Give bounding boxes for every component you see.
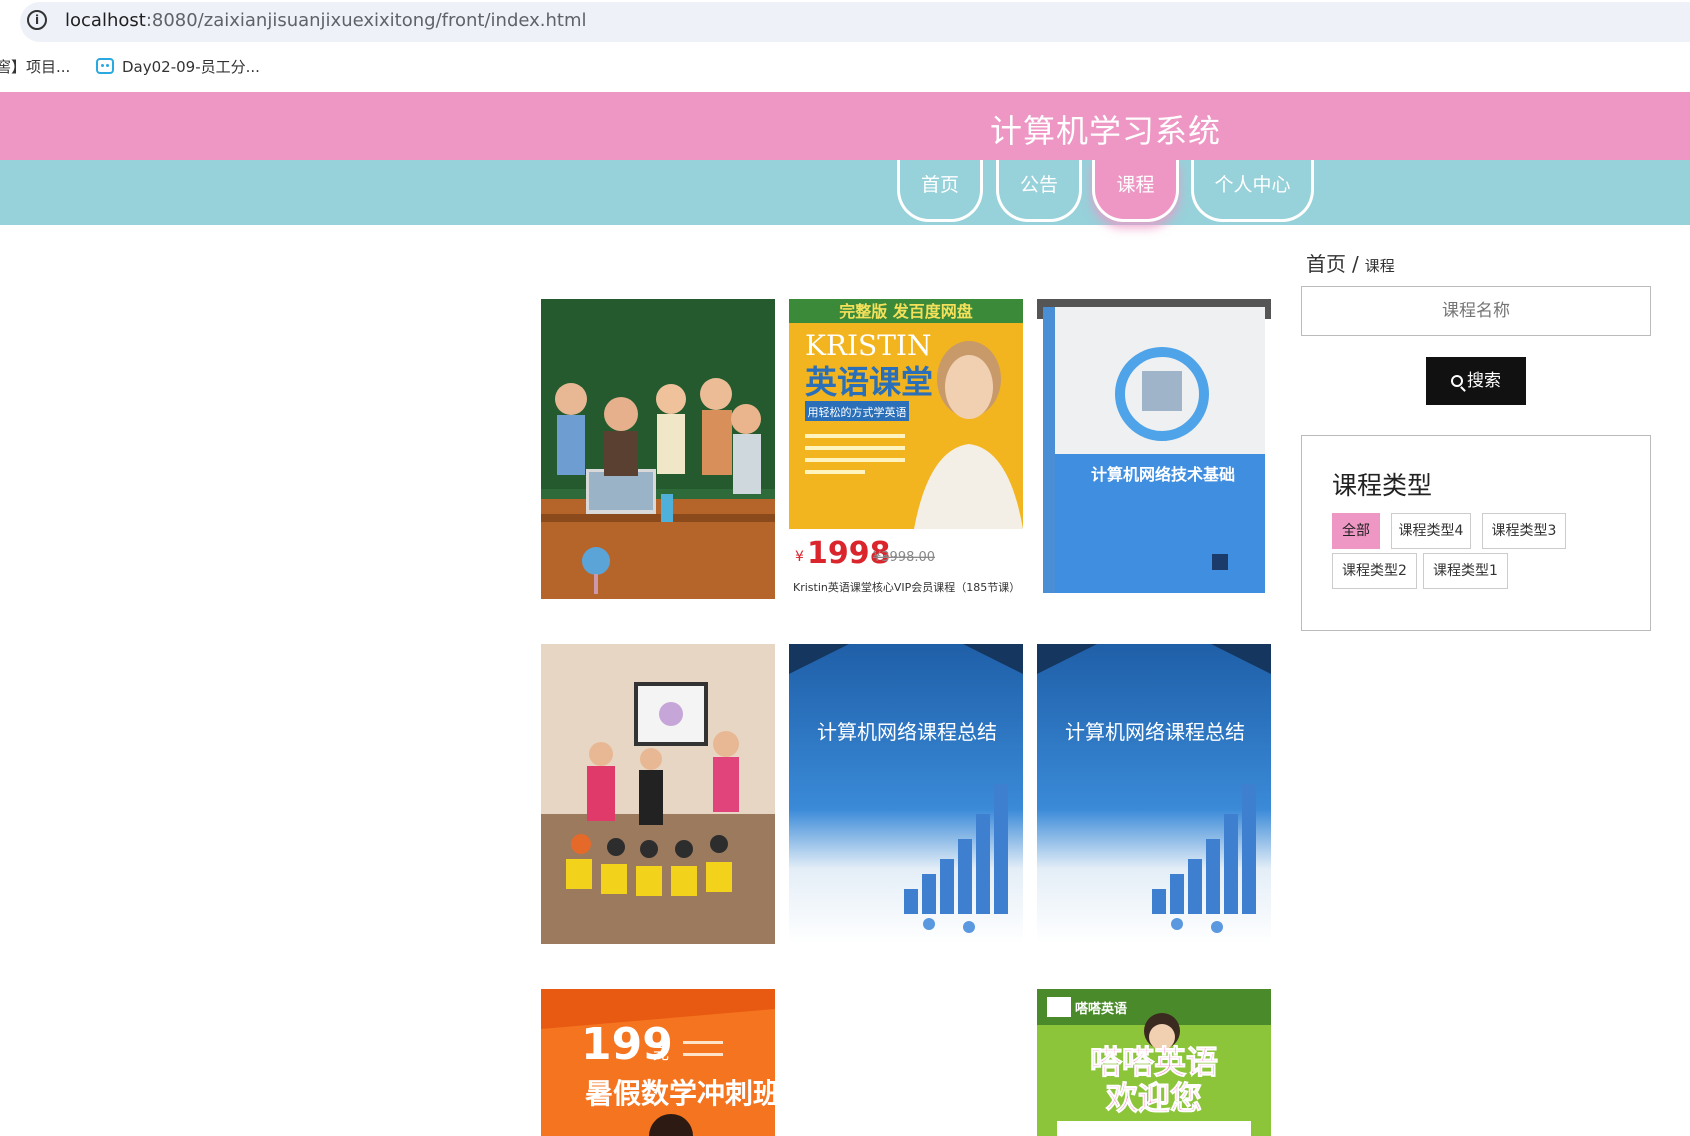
course-card[interactable]: [541, 299, 775, 599]
math-summer-image: 199 元 暑假数学冲刺班: [541, 989, 775, 1136]
course-type-title: 课程类型: [1332, 471, 1433, 500]
browser-address-bar: i localhost:8080/zaixianjisuanjixuexixit…: [0, 0, 1690, 42]
course-name-search-input[interactable]: [1301, 286, 1651, 336]
kristin-old-price-text: ¥3998.00: [873, 550, 935, 565]
breadcrumb: 首页 / 课程: [1306, 248, 1395, 277]
network-summary-title: 计算机网络课程总结: [1065, 720, 1245, 744]
bookmark-day02-label: Day02-09-员工分...: [122, 58, 260, 76]
kristin-banner-text: 完整版 发百度网盘: [839, 302, 973, 321]
site-header: 计算机学习系统: [0, 92, 1690, 160]
course-card[interactable]: 嗒嗒英语 嗒嗒英语 欢迎您: [1037, 989, 1271, 1136]
kristin-caption-text: Kristin英语课堂核心VIP会员课程（185节课）: [793, 580, 1020, 594]
nav-courses[interactable]: 课程: [1092, 160, 1179, 222]
network-summary-slide-image: 计算机网络课程总结: [789, 644, 1023, 944]
course-card[interactable]: 计算机网络课程总结: [789, 644, 1023, 944]
main-nav: 首页 公告 课程 个人中心: [0, 160, 1690, 225]
math-title-text: 暑假数学冲刺班: [585, 1077, 775, 1110]
tag-all[interactable]: 全部: [1332, 513, 1380, 549]
url-path: :8080/zaixianjisuanjixuexixitong/front/i…: [145, 10, 587, 31]
bookmark-project-label: 窖】项目...: [0, 58, 71, 76]
nav-home[interactable]: 首页: [897, 160, 983, 222]
bilibili-icon: [96, 58, 114, 74]
dada-title-text: 嗒嗒英语: [1090, 1043, 1218, 1081]
course-card[interactable]: [789, 989, 1023, 1136]
breadcrumb-current: 课程: [1364, 257, 1395, 275]
dada-brand-text: 嗒嗒英语: [1075, 1001, 1127, 1017]
tag-type4[interactable]: 课程类型4: [1391, 513, 1471, 549]
search-button[interactable]: 搜索: [1426, 357, 1526, 405]
nav-personal-center[interactable]: 个人中心: [1191, 160, 1314, 222]
course-card[interactable]: [541, 644, 775, 944]
bookmark-project[interactable]: 窖】项目...: [0, 56, 70, 77]
course-card[interactable]: 完整版 发百度网盘 KRISTIN 英语课堂 用轻松的方式学英语 ¥ 1998 …: [789, 299, 1023, 599]
site-info-icon[interactable]: i: [27, 10, 47, 30]
bookmarks-bar: 窖】项目... Day02-09-员工分...: [0, 42, 1690, 92]
kristin-brand-text: KRISTIN: [805, 329, 931, 362]
site-title: 计算机学习系统: [990, 112, 1222, 150]
network-book-image: 计算机网络技术基础: [1037, 299, 1271, 599]
network-summary-slide-image: 计算机网络课程总结: [1037, 644, 1271, 944]
dada-welcome-text: 欢迎您: [1105, 1079, 1202, 1117]
network-book-title: 计算机网络技术基础: [1091, 465, 1235, 484]
url-host: localhost: [65, 10, 146, 31]
tag-type1[interactable]: 课程类型1: [1423, 553, 1508, 589]
bookmark-day02[interactable]: Day02-09-员工分...: [96, 56, 260, 77]
kids-classroom-image: [541, 644, 775, 944]
url-text[interactable]: localhost:8080/zaixianjisuanjixuexixiton…: [65, 10, 587, 31]
kristin-name-text: 英语课堂: [805, 363, 933, 401]
search-icon: [1451, 375, 1463, 387]
course-card[interactable]: 计算机网络技术基础: [1037, 299, 1271, 599]
tag-type3[interactable]: 课程类型3: [1482, 513, 1566, 549]
search-button-label: 搜索: [1467, 371, 1501, 391]
kristin-english-image: 完整版 发百度网盘 KRISTIN 英语课堂 用轻松的方式学英语 ¥ 1998 …: [789, 299, 1023, 599]
dada-english-image: 嗒嗒英语 嗒嗒英语 欢迎您: [1037, 989, 1271, 1136]
kristin-sub-text: 用轻松的方式学英语: [808, 405, 907, 419]
nav-notice[interactable]: 公告: [996, 160, 1082, 222]
classroom-image: [541, 299, 775, 599]
breadcrumb-separator: /: [1352, 252, 1359, 276]
tag-type2[interactable]: 课程类型2: [1332, 553, 1417, 589]
course-card[interactable]: 计算机网络课程总结: [1037, 644, 1271, 944]
course-type-panel: 课程类型 全部 课程类型4 课程类型3 课程类型2 课程类型1: [1301, 435, 1651, 631]
math-unit-text: 元: [653, 1044, 669, 1063]
course-card[interactable]: 199 元 暑假数学冲刺班: [541, 989, 775, 1136]
breadcrumb-home[interactable]: 首页: [1306, 252, 1346, 276]
network-summary-title: 计算机网络课程总结: [817, 720, 997, 744]
svg-text:¥: ¥: [795, 549, 804, 565]
